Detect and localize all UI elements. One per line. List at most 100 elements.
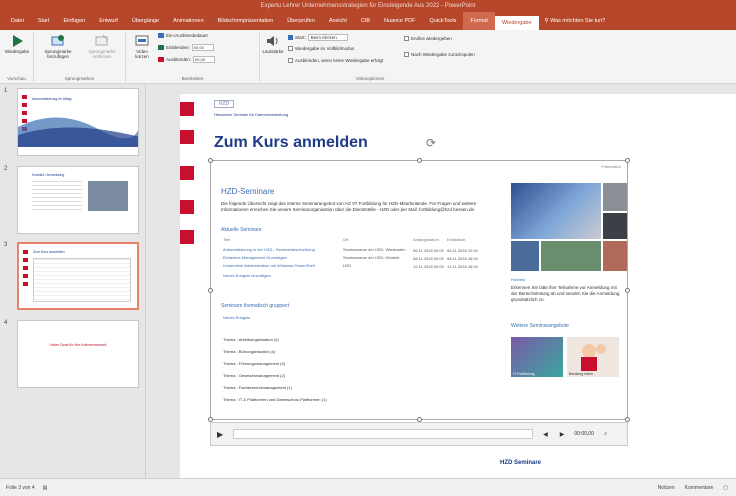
rewind-checkbox[interactable] bbox=[404, 52, 409, 57]
slide-thumbnail-pane: 1 Automatisierung im Alltag 2 Kontakt / … bbox=[0, 84, 146, 478]
resize-handle[interactable] bbox=[417, 158, 422, 163]
side-link[interactable]: Hinweis bbox=[511, 277, 525, 282]
topic-row[interactable]: Thema : IT & Plattformen und Datenschutz… bbox=[223, 397, 327, 402]
topic-row[interactable]: Thema : Fachkenntnismanagement (1) bbox=[223, 385, 292, 390]
group-label-preview: Vorschau bbox=[7, 76, 26, 81]
skip-back-icon[interactable]: ◀ bbox=[537, 431, 554, 438]
col-title: Titel bbox=[223, 237, 231, 242]
play-icon bbox=[13, 35, 23, 47]
tab-nuance-pdf[interactable]: Nuance PDF bbox=[377, 18, 423, 24]
slide-title[interactable]: Zum Kurs anmelden bbox=[214, 134, 368, 152]
tab-slideshow[interactable]: Bildschirmpräsentation bbox=[211, 18, 281, 24]
slide-thumbnail-3[interactable]: Zum Kurs anmelden bbox=[17, 242, 139, 310]
tab-format[interactable]: Format bbox=[463, 12, 495, 30]
topic-row[interactable]: Thema : Führungsmanagement (4) bbox=[223, 361, 285, 366]
row-end: 12.11.2018 16:00 bbox=[447, 264, 478, 269]
tell-me-box[interactable]: ⚲ Was möchten Sie tun? bbox=[545, 18, 606, 24]
resize-handle[interactable] bbox=[208, 158, 213, 163]
thumb-title-4: Vielen Dank für Ihre Aufmerksamkeit bbox=[49, 343, 107, 347]
thumb-text-lines bbox=[32, 181, 82, 211]
tab-home[interactable]: Start bbox=[31, 18, 57, 24]
col-start: Anfangsdatum bbox=[413, 237, 439, 242]
loop-checkbox[interactable] bbox=[404, 36, 409, 41]
tab-review[interactable]: Überprüfen bbox=[280, 18, 322, 24]
hide-checkbox[interactable] bbox=[288, 58, 293, 63]
powerpoint-window: Expertu Lehrer Unternehmensstrategien fü… bbox=[0, 0, 736, 496]
row-title[interactable]: Einfaches Management Grundlagen bbox=[223, 255, 343, 260]
add-bookmark-button[interactable]: Sprungmarke hinzufügen bbox=[38, 34, 78, 59]
tile-consulting[interactable]: Beratung intern bbox=[567, 337, 619, 377]
rewind-option[interactable]: Nach Wiedergabe zurückspulen bbox=[404, 52, 475, 57]
slide-editor: HZD Hessische Zentrale für Datenverarbei… bbox=[146, 84, 736, 478]
slide-thumbnail-2[interactable]: Kontakt / Anmeldung bbox=[17, 166, 139, 234]
tile-it-training[interactable]: IT-Fortbildung bbox=[511, 337, 563, 377]
resize-handle[interactable] bbox=[625, 288, 630, 293]
spellcheck-icon[interactable]: ▤ bbox=[43, 485, 48, 491]
group-bookmarks: Sprungmarke hinzufügen Sprungmarke entfe… bbox=[34, 32, 126, 82]
table-row[interactable]: Einfaches Management Grundlagen Seminarra… bbox=[223, 255, 478, 261]
new-event-link[interactable]: Neues Ereignis bbox=[223, 315, 250, 320]
normal-view-icon[interactable]: ▢ bbox=[723, 485, 728, 491]
comments-button[interactable]: Kommentare bbox=[685, 485, 714, 491]
red-square bbox=[180, 230, 194, 244]
fullscreen-option[interactable]: Wiedergabe im Vollbildmodus bbox=[288, 46, 354, 51]
slide-thumbnail-1[interactable]: Automatisierung im Alltag bbox=[17, 88, 139, 156]
fade-icon bbox=[158, 33, 164, 38]
tab-cib[interactable]: CIB bbox=[354, 18, 377, 24]
slide-3[interactable]: HZD Hessische Zentrale für Datenverarbei… bbox=[180, 94, 736, 478]
ribbon-tabs: Datei Start Einfügen Entwurf Übergänge A… bbox=[0, 12, 736, 30]
red-square bbox=[180, 200, 194, 214]
volume-icon[interactable]: ♪ bbox=[598, 431, 613, 437]
tab-file[interactable]: Datei bbox=[4, 18, 31, 24]
topic-row[interactable]: Thema : Arbeitsorganisation (4) bbox=[223, 337, 279, 342]
fade-out-input[interactable]: 00,00 bbox=[193, 56, 216, 63]
topic-row[interactable]: Thema : Büroorganisation (4) bbox=[223, 349, 275, 354]
resize-handle[interactable] bbox=[208, 288, 213, 293]
volume-button[interactable]: Lautstärke bbox=[262, 34, 284, 54]
tab-insert[interactable]: Einfügen bbox=[56, 18, 92, 24]
tab-playback[interactable]: Wiedergabe bbox=[494, 16, 539, 30]
group-label-edit: Bearbeiten bbox=[181, 76, 204, 81]
resize-handle[interactable] bbox=[625, 158, 630, 163]
topic-row[interactable]: Thema : Gesetzesmanagement (2) bbox=[223, 373, 285, 378]
col-place: Ort bbox=[343, 237, 349, 242]
player-play-icon[interactable]: ▶ bbox=[211, 430, 229, 439]
fullscreen-label: Wiedergabe im Vollbildmodus bbox=[295, 46, 355, 51]
loop-option[interactable]: Endlos wiedergeben bbox=[404, 36, 452, 41]
grouped-label: Seminare thematisch gruppiert bbox=[221, 303, 290, 309]
notes-button[interactable]: Notizen bbox=[658, 485, 675, 491]
table-row[interactable]: Automatisierung in der HZD - Seminarbesc… bbox=[223, 247, 478, 253]
tab-design[interactable]: Entwurf bbox=[92, 18, 125, 24]
player-time: 00:00,00 bbox=[574, 431, 594, 437]
video-player-bar: ▶ ◀ ▶ 00:00,00 ♪ bbox=[210, 422, 628, 446]
current-seminars-label: Aktuelle Seminare bbox=[221, 227, 262, 233]
trim-video-button[interactable]: Video kürzen bbox=[130, 34, 154, 59]
fade-title-label: Ein-/Ausblendedauer bbox=[166, 33, 209, 38]
side-text: Erkennen Sie bitte ihre Teilnahme vor An… bbox=[511, 285, 620, 302]
lightbulb-icon: ⚲ bbox=[544, 18, 549, 24]
skip-forward-icon[interactable]: ▶ bbox=[554, 431, 571, 438]
tab-quicktools[interactable]: QuickTools bbox=[423, 18, 464, 24]
fullscreen-checkbox[interactable] bbox=[288, 46, 293, 51]
table-row[interactable]: Kostenfreie Administration mit Windows P… bbox=[223, 263, 478, 269]
video-timeline[interactable] bbox=[233, 429, 534, 439]
embedded-video-frame[interactable]: Präsentation HZD-Seminare Die folgende Ü… bbox=[210, 160, 628, 420]
hide-option[interactable]: Ausblenden, wenn keine Wiedergabe erfolg… bbox=[288, 58, 383, 63]
row-place: HZD bbox=[343, 263, 352, 268]
office-photo-small bbox=[603, 213, 627, 239]
row-title[interactable]: Automatisierung in der HZD - Seminarbesc… bbox=[223, 247, 343, 252]
tab-view[interactable]: Ansicht bbox=[322, 18, 354, 24]
start-dropdown[interactable]: Beim Klicken bbox=[307, 34, 348, 41]
tab-transitions[interactable]: Übergänge bbox=[125, 18, 166, 24]
remove-bookmark-button[interactable]: Sprungmarke entfernen bbox=[82, 34, 122, 59]
slide-thumbnail-4[interactable]: Vielen Dank für Ihre Aufmerksamkeit bbox=[17, 320, 139, 388]
tab-animations[interactable]: Animationen bbox=[166, 18, 211, 24]
add-event-link[interactable]: Neues Ereignis hinzufügen bbox=[223, 273, 271, 278]
fade-in-input[interactable]: 00,00 bbox=[191, 44, 214, 51]
row-start: 08.11.2018 09:00 bbox=[413, 256, 444, 261]
rotate-handle-icon[interactable]: ⟳ bbox=[426, 136, 436, 150]
row-end: 08.11.2018 16:00 bbox=[447, 256, 478, 261]
tile-consulting-label: Beratung intern bbox=[569, 372, 593, 376]
play-button[interactable]: Wiedergabe bbox=[2, 34, 32, 54]
row-title[interactable]: Kostenfreie Administration mit Windows P… bbox=[223, 263, 343, 268]
